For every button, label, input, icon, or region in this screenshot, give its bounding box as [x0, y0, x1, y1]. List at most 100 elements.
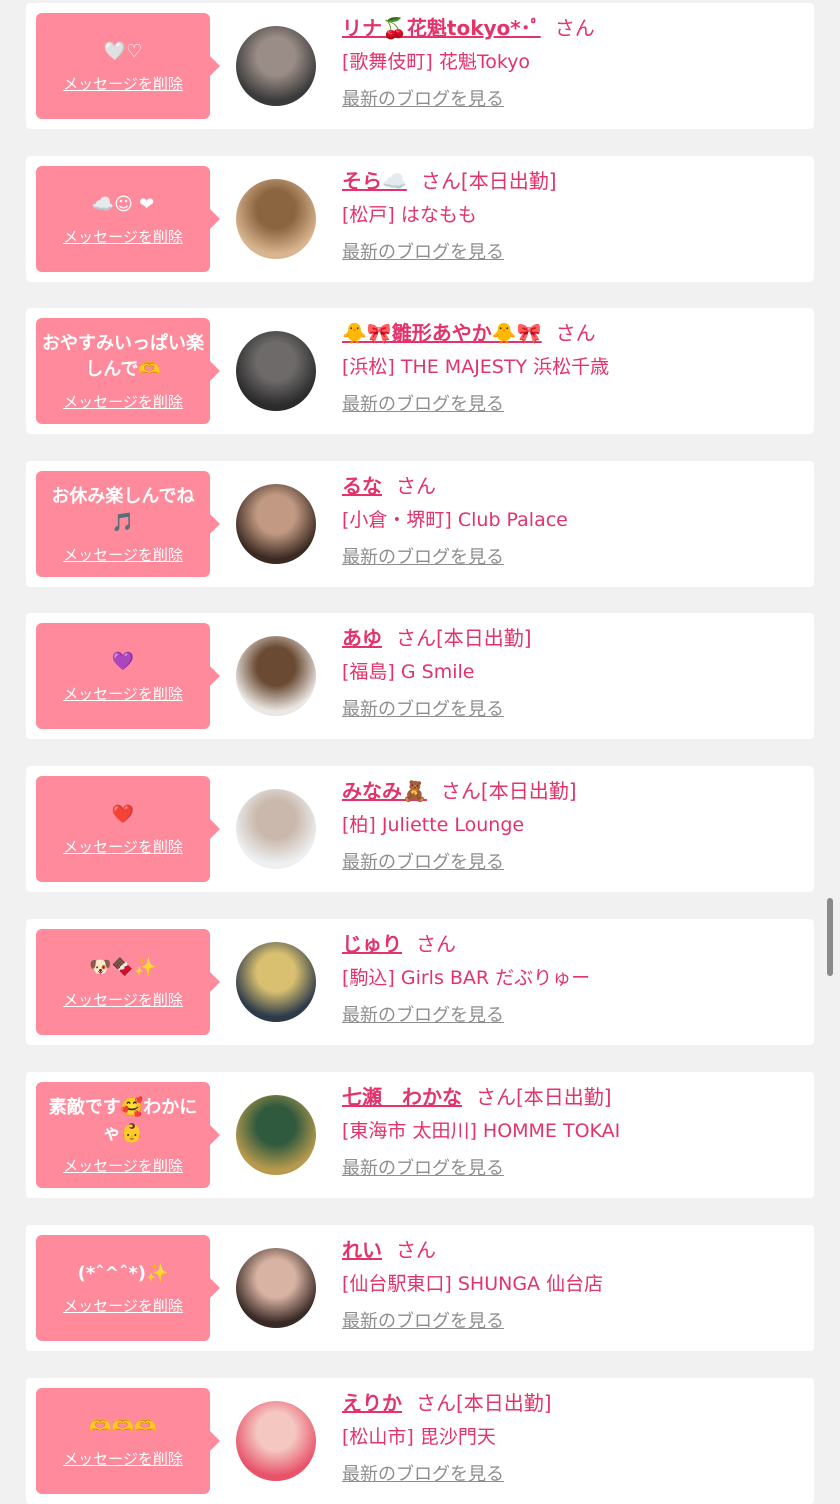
status-badge: [本日出勤]: [460, 169, 557, 193]
shop-label: [福島] G Smile: [342, 661, 475, 683]
name-line: 🐥🎀雛形あやか🐥🎀 さん: [342, 318, 804, 348]
latest-blog-link[interactable]: 最新のブログを見る: [342, 1003, 504, 1029]
profile-name-link[interactable]: そら☁️: [342, 169, 407, 193]
honorific: さん: [396, 1238, 436, 1262]
message-bubble: 🤍♡ メッセージを削除: [36, 13, 220, 119]
message-bubble: お休み楽しんでね🎵 メッセージを削除: [36, 471, 220, 577]
message-text: 素敵です🥰わかにゃ👶: [48, 1096, 198, 1144]
profile-name-link[interactable]: リナ🍒花魁tokyo*･ﾟ: [342, 16, 541, 40]
honorific: さん: [554, 16, 595, 40]
latest-blog-link[interactable]: 最新のブログを見る: [342, 1156, 504, 1182]
profile-info: 七瀬 わかな さん[本日出勤] [東海市 太田川] HOMME TOKAI 最新の…: [342, 1082, 804, 1182]
avatar[interactable]: [236, 1401, 316, 1481]
name-line: じゅり さん: [342, 929, 804, 959]
list-item: ☁️☺︎ ❤︎ メッセージを削除 そら☁️ さん[本日出勤] [松戸] はなもも …: [26, 156, 814, 282]
delete-message-link[interactable]: メッセージを削除: [63, 1155, 183, 1176]
profile-name-link[interactable]: あゆ: [342, 626, 382, 650]
list-item: 🫶🫶🫶 メッセージを削除 えりか さん[本日出勤] [松山市] 毘沙門天 最新のブ…: [26, 1378, 814, 1504]
avatar[interactable]: [236, 636, 316, 716]
latest-blog-link[interactable]: 最新のブログを見る: [342, 392, 504, 418]
delete-message-link[interactable]: メッセージを削除: [63, 226, 183, 247]
profile-name-link[interactable]: るな: [342, 474, 382, 498]
profile-name-link[interactable]: えりか: [342, 1391, 402, 1415]
honorific: さん: [420, 169, 461, 193]
avatar[interactable]: [236, 1248, 316, 1328]
shop-label: [松戸] はなもも: [342, 204, 477, 226]
honorific: さん: [396, 474, 436, 498]
latest-blog-link[interactable]: 最新のブログを見る: [342, 87, 504, 113]
shop-label: [浜松] THE MAJESTY 浜松千歳: [342, 356, 610, 378]
message-bubble: ❤️ メッセージを削除: [36, 776, 220, 882]
avatar[interactable]: [236, 1095, 316, 1175]
profile-info: あゆ さん[本日出勤] [福島] G Smile 最新のブログを見る: [342, 623, 804, 723]
profile-info: るな さん [小倉・堺町] Club Palace 最新のブログを見る: [342, 471, 804, 571]
scrollbar[interactable]: [827, 898, 833, 976]
profile-info: そら☁️ さん[本日出勤] [松戸] はなもも 最新のブログを見る: [342, 166, 804, 266]
profile-info: れい さん [仙台駅東口] SHUNGA 仙台店 最新のブログを見る: [342, 1235, 804, 1335]
message-text: おやすみいっぱい楽しんで🫶: [42, 332, 204, 380]
list-item: (*ˆ^ˆ*)✨ メッセージを削除 れい さん [仙台駅東口] SHUNGA 仙台…: [26, 1225, 814, 1351]
delete-message-link[interactable]: メッセージを削除: [63, 989, 183, 1010]
message-bubble: おやすみいっぱい楽しんで🫶 メッセージを削除: [36, 318, 220, 424]
profile-name-link[interactable]: 七瀬 わかな: [342, 1085, 462, 1109]
avatar[interactable]: [236, 484, 316, 564]
message-bubble: 🐶🍫✨ メッセージを削除: [36, 929, 220, 1035]
list-item: おやすみいっぱい楽しんで🫶 メッセージを削除 🐥🎀雛形あやか🐥🎀 さん [浜松] …: [26, 308, 814, 434]
shop-label: [小倉・堺町] Club Palace: [342, 509, 568, 531]
avatar[interactable]: [236, 789, 316, 869]
delete-message-link[interactable]: メッセージを削除: [63, 683, 183, 704]
honorific: さん: [555, 321, 596, 345]
latest-blog-link[interactable]: 最新のブログを見る: [342, 697, 504, 723]
avatar[interactable]: [236, 26, 316, 106]
latest-blog-link[interactable]: 最新のブログを見る: [342, 545, 504, 571]
status-badge: [本日出勤]: [480, 779, 577, 803]
honorific: さん: [416, 932, 456, 956]
avatar[interactable]: [236, 942, 316, 1022]
profile-info: リナ🍒花魁tokyo*･ﾟ さん [歌舞伎町] 花魁Tokyo 最新のブログを見る: [342, 13, 804, 113]
shop-label: [柏] Juliette Lounge: [342, 814, 525, 836]
delete-message-link[interactable]: メッセージを削除: [63, 1448, 183, 1469]
latest-blog-link[interactable]: 最新のブログを見る: [342, 850, 504, 876]
delete-message-link[interactable]: メッセージを削除: [63, 544, 183, 565]
shop-label: [歌舞伎町] 花魁Tokyo: [342, 51, 531, 73]
delete-message-link[interactable]: メッセージを削除: [63, 391, 183, 412]
profile-name-link[interactable]: じゅり: [342, 932, 402, 956]
profile-name-link[interactable]: みなみ🧸: [342, 779, 427, 803]
message-text: 💜: [111, 650, 135, 672]
latest-blog-link[interactable]: 最新のブログを見る: [342, 240, 504, 266]
message-text: ☁️☺︎ ❤︎: [91, 193, 155, 215]
avatar[interactable]: [236, 331, 316, 411]
message-text: 🫶🫶🫶: [89, 1415, 157, 1437]
delete-message-link[interactable]: メッセージを削除: [63, 836, 183, 857]
status-badge: [本日出勤]: [456, 1391, 552, 1415]
name-line: あゆ さん[本日出勤]: [342, 623, 804, 653]
profile-name-link[interactable]: 🐥🎀雛形あやか🐥🎀: [342, 321, 542, 345]
delete-message-link[interactable]: メッセージを削除: [63, 73, 183, 94]
list-item: 素敵です🥰わかにゃ👶 メッセージを削除 七瀬 わかな さん[本日出勤] [東海市 …: [26, 1072, 814, 1198]
message-bubble: 素敵です🥰わかにゃ👶 メッセージを削除: [36, 1082, 220, 1188]
list-item: お休み楽しんでね🎵 メッセージを削除 るな さん [小倉・堺町] Club Pal…: [26, 461, 814, 587]
latest-blog-link[interactable]: 最新のブログを見る: [342, 1462, 504, 1488]
list-item: 🐶🍫✨ メッセージを削除 じゅり さん [駒込] Girls BAR だぶりゅー …: [26, 919, 814, 1045]
message-text: 🐶🍫✨: [89, 956, 157, 978]
message-text: お休み楽しんでね🎵: [51, 485, 195, 533]
honorific: さん: [416, 1391, 456, 1415]
delete-message-link[interactable]: メッセージを削除: [63, 1295, 183, 1316]
profile-info: えりか さん[本日出勤] [松山市] 毘沙門天 最新のブログを見る: [342, 1388, 804, 1488]
avatar[interactable]: [236, 179, 316, 259]
honorific: さん: [476, 1085, 516, 1109]
list-item: 🤍♡ メッセージを削除 リナ🍒花魁tokyo*･ﾟ さん [歌舞伎町] 花魁Tok…: [26, 3, 814, 129]
name-line: みなみ🧸 さん[本日出勤]: [342, 776, 804, 806]
profile-info: みなみ🧸 さん[本日出勤] [柏] Juliette Lounge 最新のブログを…: [342, 776, 804, 876]
latest-blog-link[interactable]: 最新のブログを見る: [342, 1309, 504, 1335]
status-badge: [本日出勤]: [436, 626, 532, 650]
honorific: さん: [440, 779, 481, 803]
name-line: えりか さん[本日出勤]: [342, 1388, 804, 1418]
profile-name-link[interactable]: れい: [342, 1238, 382, 1262]
name-line: リナ🍒花魁tokyo*･ﾟ さん: [342, 13, 804, 43]
shop-label: [松山市] 毘沙門天: [342, 1426, 496, 1448]
profile-info: じゅり さん [駒込] Girls BAR だぶりゅー 最新のブログを見る: [342, 929, 804, 1029]
list-item: ❤️ メッセージを削除 みなみ🧸 さん[本日出勤] [柏] Juliette Lo…: [26, 766, 814, 892]
list-item: 💜 メッセージを削除 あゆ さん[本日出勤] [福島] G Smile 最新のブロ…: [26, 613, 814, 739]
message-bubble: 🫶🫶🫶 メッセージを削除: [36, 1388, 220, 1494]
